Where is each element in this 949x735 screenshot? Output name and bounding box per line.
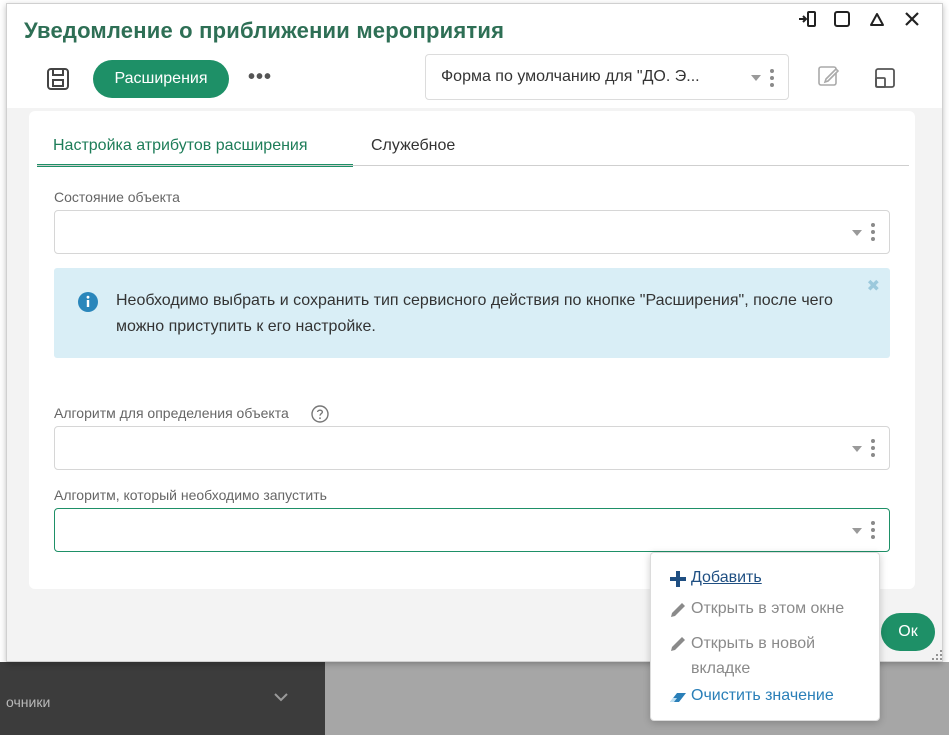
form-select-value: Форма по умолчанию для "ДО. Э... [441,68,700,85]
menu-item-open-here[interactable]: Открыть в этом окне [669,600,844,619]
form-select[interactable]: Форма по умолчанию для "ДО. Э... [425,54,789,100]
info-text: Необходимо выбрать и сохранить тип серви… [116,292,833,335]
menu-item-label: Открыть в этом окне [691,600,845,617]
run-algorithm-field[interactable] [54,508,890,552]
close-icon[interactable] [901,8,923,30]
content-card: Настройка атрибутов расширения Служебное… [29,111,915,589]
eraser-icon [670,693,686,702]
menu-item-open-new-tab[interactable]: Открыть в новой вкладке [669,631,869,681]
plus-icon [670,571,686,587]
more-options-button[interactable]: ••• [247,67,273,90]
kebab-menu-icon[interactable] [770,69,774,87]
menu-item-label: Открыть в новой вкладке [691,635,816,677]
menu-item-label: Очистить значение [691,687,834,704]
tab-extension-attributes[interactable]: Настройка атрибутов расширения [37,131,353,167]
kebab-menu-icon[interactable] [871,439,875,457]
menu-item-clear[interactable]: Очистить значение [669,687,834,706]
detect-algorithm-label: Алгоритм для определения объекта [54,405,289,421]
info-icon [78,292,98,312]
layout-icon[interactable] [873,66,897,90]
caret-down-icon[interactable] [751,75,761,81]
exit-icon[interactable] [797,8,819,30]
object-state-field[interactable] [54,210,890,254]
info-message: Необходимо выбрать и сохранить тип серви… [54,268,890,358]
kebab-menu-icon[interactable] [871,521,875,539]
background-nav-label[interactable]: очники [6,694,50,710]
pencil-icon [671,603,685,617]
object-state-label: Состояние объекта [54,189,180,205]
save-icon[interactable] [45,66,71,92]
tab-service[interactable]: Служебное [371,131,455,167]
resize-grip-icon[interactable] [931,649,943,661]
detect-algorithm-field[interactable] [54,426,890,470]
field-context-menu: Добавить Открыть в этом окне Открыть в н… [650,552,880,721]
ok-button[interactable]: Ок [881,613,935,651]
menu-item-add[interactable]: Добавить [669,569,762,588]
caret-down-icon[interactable] [852,446,862,452]
dialog-header: Уведомление о приближении мероприятия Ра… [7,4,942,108]
caret-down-icon[interactable] [852,528,862,534]
maximize-icon[interactable] [831,8,853,30]
dialog-title: Уведомление о приближении мероприятия [24,18,505,43]
close-icon[interactable]: ✖ [867,276,880,296]
help-icon[interactable] [311,405,329,423]
tab-divider [37,165,909,166]
extensions-button[interactable]: Расширения [93,60,229,98]
edit-icon[interactable] [817,64,841,88]
caret-down-icon[interactable] [852,230,862,236]
chevron-down-icon[interactable] [272,690,290,704]
run-algorithm-label: Алгоритм, который необходимо запустить [54,487,327,503]
menu-item-label: Добавить [691,569,762,586]
collapse-icon[interactable] [866,8,888,30]
kebab-menu-icon[interactable] [871,223,875,241]
